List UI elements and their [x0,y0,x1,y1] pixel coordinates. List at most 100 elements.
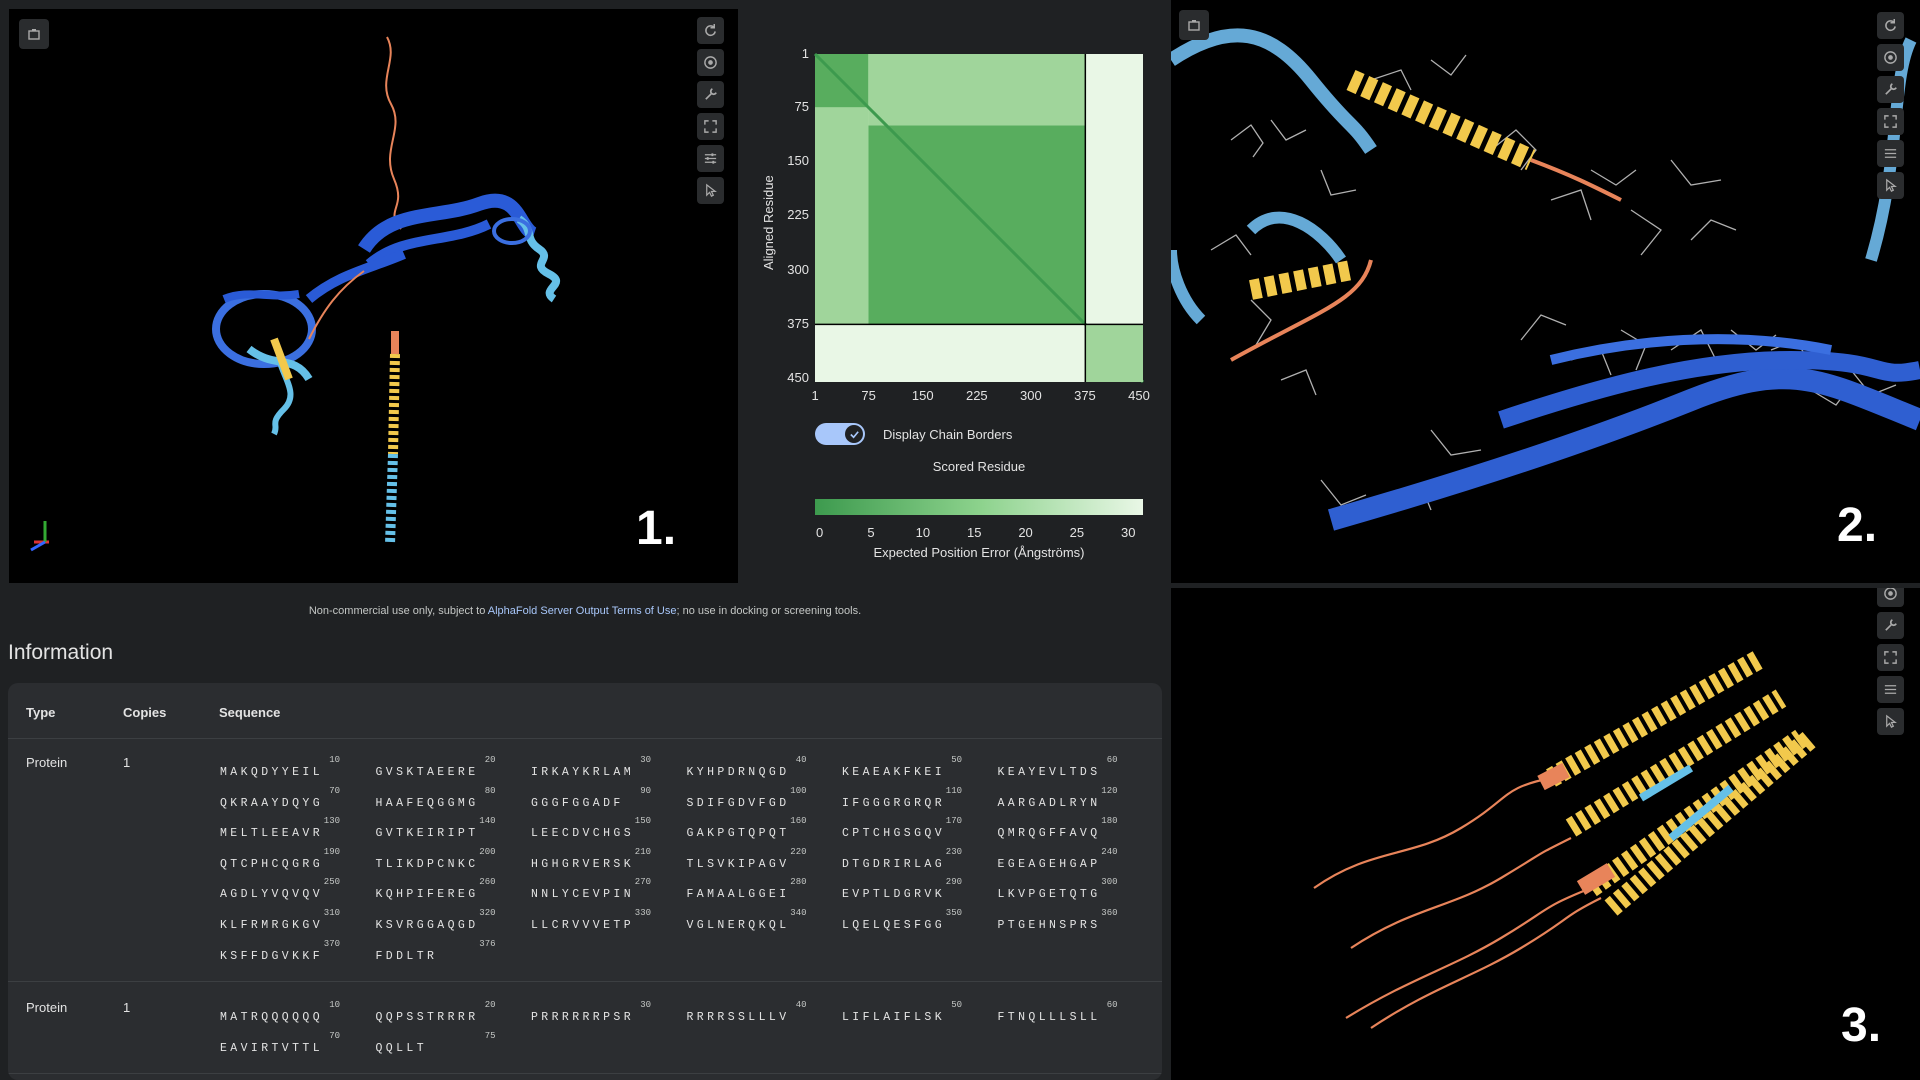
protein-structure-render-2[interactable] [1171,0,1920,583]
residue-index: 350 [945,907,962,918]
sequence-chunk: 230 DTGDRIRLAG [842,847,972,877]
residue-letters: FAMAALGGEI [686,888,790,902]
fullscreen-button[interactable] [1877,108,1904,135]
center-button[interactable] [697,49,724,76]
center-button[interactable] [1877,588,1904,607]
residue-index: 230 [945,846,962,857]
sequence-chunk: 310 KLFRMRGKGV [220,908,350,938]
footnote-prefix: Non-commercial use only, subject to [308,605,488,617]
center-icon [1884,588,1897,600]
pae-ytick: 375 [787,315,809,331]
residue-letters: GAKPGTQPQT [686,827,790,841]
sequence-chunk: 200 TLIKDPCNKC [376,847,506,877]
terms-footnote: Non-commercial use only, subject to Alph… [0,605,1170,617]
protein-structure-render-1[interactable] [9,9,738,583]
residue-index: 60 [1106,755,1118,765]
select-button[interactable] [1877,172,1904,199]
settings-button[interactable] [1877,76,1904,103]
sliders-icon [1884,149,1897,158]
residue-index: 50 [951,1000,962,1010]
residue-letters: QMRQGFFAVQ [997,827,1101,841]
residue-index: 20 [484,755,496,765]
controls-button[interactable] [1877,676,1904,703]
residue-letters: EAVIRTVTTL [220,1041,324,1055]
controls-button[interactable] [1877,140,1904,167]
chain-borders-toggle[interactable] [815,423,865,445]
residue-letters: KEAEAKFKEI [842,766,946,779]
sequence-chunk: 30 PRRRRRRPSR [531,1000,661,1030]
fullscreen-button[interactable] [697,113,724,140]
residue-index: 120 [1101,785,1118,796]
terms-link[interactable]: AlphaFold Server Output Terms of Use [488,605,677,617]
entity-2-copies: 1 [123,1000,131,1015]
sequence-chunk: 290 EVPTLDGRVK [842,877,972,907]
screenshot-button-2[interactable] [1179,10,1209,40]
rotate-button[interactable] [1877,12,1904,39]
residue-index: 310 [323,907,340,918]
fullscreen-button[interactable] [1877,644,1904,671]
pae-heatmap[interactable] [745,40,1165,420]
chain-borders-label: Display Chain Borders [883,426,1013,442]
pae-xtick: 375 [1074,388,1096,403]
sequence-chunk: 220 TLSVKIPAGV [687,847,817,877]
sequence-chunk: 130 MELTLEEAVR [220,816,350,846]
residue-letters: SDIFGDVFGD [686,796,790,810]
residue-letters: NNLYCEVPIN [531,888,635,902]
wrench-icon [1885,83,1897,95]
residue-index: 80 [484,785,496,796]
settings-button[interactable] [1877,612,1904,639]
residue-letters: GVSKTAEERE [375,766,479,779]
colorbar-tick: 10 [915,525,931,540]
residue-index: 30 [640,1000,651,1010]
colorbar-tick: 5 [867,525,875,540]
sequence-chunk: 140 GVTKEIRIPT [376,816,506,846]
residue-index: 140 [479,816,496,827]
entity-2-type: Protein [26,1000,68,1015]
screenshot-button[interactable] [19,19,49,49]
rotate-button[interactable] [697,17,724,44]
settings-button[interactable] [697,81,724,108]
structure-viewer-3[interactable]: 3. [1171,588,1920,1080]
panel-label-2: 2. [1837,499,1878,552]
residue-index: 240 [1101,846,1118,857]
pointer-icon [706,183,717,197]
structure-viewer-2[interactable]: 2. [1171,0,1920,583]
residue-letters: MATRQQQQQQ [220,1011,324,1024]
residue-index: 90 [640,785,651,796]
sequence-chunk: 70 QKRAAYDQYG [220,786,350,816]
residue-letters: GGGFGGADF [531,796,624,810]
residue-letters: TLSVKIPAGV [686,857,790,871]
residue-letters: DTGDRIRLAG [842,857,946,871]
structure-viewer-1[interactable]: 1. [9,9,738,583]
residue-letters: IRKAYKRLAM [531,766,635,779]
protein-structure-render-3[interactable] [1171,588,1920,1080]
center-icon [704,56,717,69]
residue-letters: CPTCHGSGQV [842,827,946,841]
residue-index: 70 [329,1030,340,1041]
residue-index: 220 [790,846,807,857]
controls-button[interactable] [697,145,724,172]
header-sequence: Sequence [219,705,281,720]
select-button[interactable] [697,177,724,204]
pae-ytick: 300 [787,261,809,277]
sequence-chunk: 90 GGGFGGADF [531,786,661,816]
divider [8,1073,1162,1074]
residue-letters: AARGADLRYN [997,796,1101,810]
information-table: Type Copies Sequence Protein 1 10 MAKQDYY… [8,683,1162,1080]
sequence-chunk: 160 GAKPGTQPQT [687,816,817,846]
pae-colorbar [815,499,1143,515]
residue-index: 340 [790,907,807,918]
sequence-chunk: 300 LKVPGETQTG [998,877,1128,907]
sequence-chunk: 180 QMRQGFFAVQ [998,816,1128,846]
residue-index: 280 [790,877,807,888]
chain-borders-toggle-row[interactable]: Display Chain Borders [815,423,1012,445]
select-button[interactable] [1877,708,1904,735]
sequence-chunk: 20 GVSKTAEERE [376,755,506,785]
colorbar-tick: 0 [816,525,824,540]
residue-index: 150 [634,816,651,827]
sequence-chunk: 240 EGEAGEHGAP [998,847,1128,877]
divider [8,981,1162,982]
rotate-icon [705,23,716,37]
sequence-chunk: 150 LEECDVCHGS [531,816,661,846]
center-button[interactable] [1877,44,1904,71]
